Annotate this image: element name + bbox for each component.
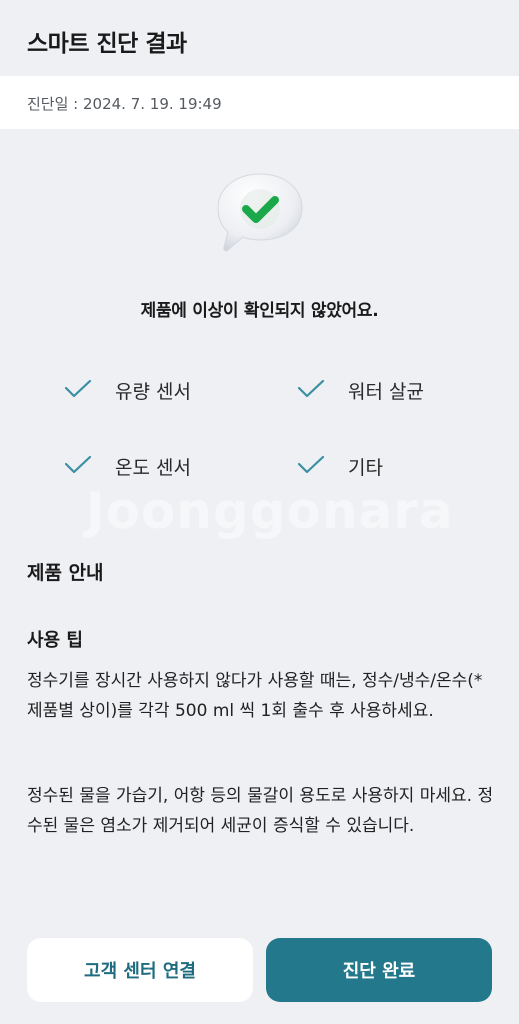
checkmark-icon bbox=[297, 379, 325, 398]
checkmark-icon bbox=[297, 455, 325, 474]
checkmark-icon bbox=[64, 455, 92, 474]
page-title: 스마트 진단 결과 bbox=[27, 31, 187, 57]
check-bubble-icon bbox=[214, 170, 306, 256]
diagnosis-date-bar: 진단일 : 2024. 7. 19. 19:49 bbox=[0, 76, 519, 129]
result-message: 제품에 이상이 확인되지 않았어요. bbox=[140, 301, 379, 321]
product-info-title: 제품 안내 bbox=[27, 562, 104, 584]
usage-tip-text: 정수된 물을 가습기, 어항 등의 물갈이 용도로 사용하지 마세요. 정수된 … bbox=[27, 786, 494, 836]
complete-diagnosis-button[interactable]: 진단 완료 bbox=[266, 938, 492, 1002]
watermark: Joonggonara bbox=[86, 482, 454, 540]
check-item-label: 워터 살균 bbox=[348, 381, 424, 403]
usage-tip-title: 사용 팁 bbox=[27, 630, 83, 651]
header: 스마트 진단 결과 bbox=[0, 0, 519, 76]
diagnosis-date: 진단일 : 2024. 7. 19. 19:49 bbox=[27, 95, 222, 113]
contact-center-button[interactable]: 고객 센터 연결 bbox=[27, 938, 253, 1002]
usage-tip-text: 정수기를 장시간 사용하지 않다가 사용할 때는, 정수/냉수/온수(*제품별 … bbox=[27, 671, 483, 721]
checkmark-icon bbox=[64, 379, 92, 398]
check-item-label: 온도 센서 bbox=[115, 457, 191, 479]
check-item-label: 유량 센서 bbox=[115, 381, 191, 403]
check-item-label: 기타 bbox=[348, 457, 383, 479]
